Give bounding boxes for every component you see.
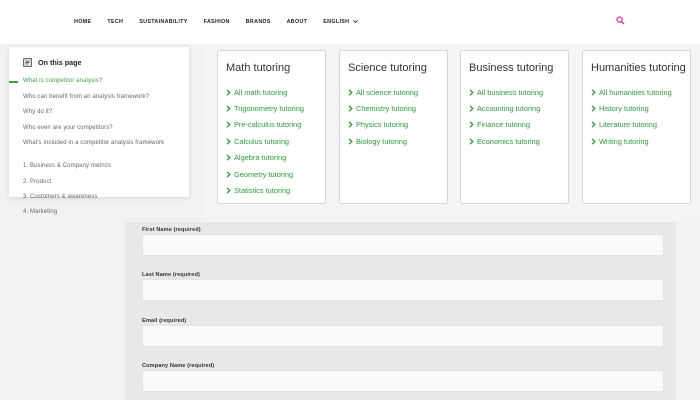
link-algebra-tutoring[interactable]: Algebra tutoring [226,150,304,166]
link-label: Physics tutoring [356,120,409,130]
email-field[interactable] [142,325,664,347]
link-economics-tutoring[interactable]: Economics tutoring [469,133,543,149]
link-label: Chemistry tutoring [356,104,416,114]
chevron-right-icon [226,187,231,194]
toc-list: What is competitor analysis? Who can ben… [9,78,189,194]
toc-item-whats-included[interactable]: What's included in a competitor analysis… [9,140,189,163]
toc-item-who-can-benefit[interactable]: Who can benefit from an analysis framewo… [9,94,189,110]
language-label: ENGLISH [323,18,350,25]
chevron-right-icon [469,121,474,129]
chevron-right-icon [469,105,474,112]
link-label: Geometry tutoring [234,169,294,179]
link-label: Economics tutoring [477,136,540,146]
last-name-label: Last Name (required) [142,272,200,278]
chevron-right-icon [348,105,353,112]
nav-tech[interactable]: TECH [107,19,123,25]
toc-item-business-company-metrics[interactable]: 1. Business & Company metrics [9,163,189,179]
link-calculus-tutoring[interactable]: Calculus tutoring [226,133,304,149]
chevron-right-icon [591,138,596,145]
link-all-science-tutoring[interactable]: All science tutoring [348,84,418,100]
language-selector[interactable]: ENGLISH [323,18,359,25]
company-name-label: Company Name (required) [142,363,215,369]
card-title: Humanities tutoring [591,62,686,74]
link-label: Calculus tutoring [234,136,290,146]
chevron-right-icon [226,121,231,129]
chevron-right-icon [226,170,231,178]
toc-item-what-is-competitor-analysis[interactable]: What is competitor analysis? [9,78,189,94]
link-label: Accounting tutoring [477,104,541,114]
first-name-label: First Name (required) [142,227,201,233]
chevron-right-icon [469,138,474,145]
chevron-right-icon [226,89,231,96]
card-humanities-tutoring: Humanities tutoring All humanities tutor… [582,50,691,204]
top-navigation: HOME TECH SUSTAINABILITY FASHION BRANDS … [0,0,700,44]
card-business-tutoring: Business tutoring All business tutoring … [460,50,569,204]
chevron-right-icon [591,121,596,129]
toc-item-product[interactable]: 2. Product [9,179,189,195]
chevron-right-icon [348,138,353,145]
link-label: Algebra tutoring [234,153,287,163]
chevron-right-icon [591,105,596,112]
card-title: Business tutoring [469,62,554,74]
link-label: Writing tutoring [599,136,649,146]
link-label: All humanities tutoring [599,87,672,97]
link-all-business-tutoring[interactable]: All business tutoring [469,84,543,100]
link-label: Pre-calculus tutoring [234,120,302,130]
toc-item-customers-awareness[interactable]: 3. Customers & awareness [23,194,97,200]
nav-fashion[interactable]: FASHION [204,19,230,25]
link-label: Trigonometry tutoring [234,104,304,114]
chevron-down-icon [353,20,359,24]
link-literature-tutoring[interactable]: Literature tutoring [591,117,672,133]
contact-form: First Name (required) Last Name (require… [125,222,676,400]
link-pre-calculus-tutoring[interactable]: Pre-calculus tutoring [226,117,304,133]
link-label: Statistics tutoring [234,186,291,196]
toc-item-who-are-your-competitors[interactable]: Who even are your competitors? [9,125,189,141]
last-name-field[interactable] [142,279,664,301]
nav-sustainability[interactable]: SUSTAINABILITY [139,19,187,25]
link-history-tutoring[interactable]: History tutoring [591,100,672,116]
link-label: All business tutoring [477,87,544,97]
link-biology-tutoring[interactable]: Biology tutoring [348,133,418,149]
link-statistics-tutoring[interactable]: Statistics tutoring [226,182,304,198]
link-label: All math tutoring [234,87,288,97]
nav-about[interactable]: ABOUT [287,19,308,25]
link-label: Literature tutoring [599,120,657,130]
first-name-field[interactable] [142,234,664,256]
chevron-right-icon [348,121,353,129]
link-finance-tutoring[interactable]: Finance tutoring [469,117,543,133]
link-label: Finance tutoring [477,120,530,130]
link-physics-tutoring[interactable]: Physics tutoring [348,117,418,133]
company-name-field[interactable] [142,370,664,392]
chevron-right-icon [469,89,474,96]
card-title: Math tutoring [226,62,291,74]
nav-home[interactable]: HOME [74,19,91,25]
document-icon [23,58,32,67]
nav-links: HOME TECH SUSTAINABILITY FASHION BRANDS … [74,18,375,25]
link-trigonometry-tutoring[interactable]: Trigonometry tutoring [226,100,304,116]
link-all-math-tutoring[interactable]: All math tutoring [226,84,304,100]
card-science-tutoring: Science tutoring All science tutoring Ch… [339,50,448,204]
link-accounting-tutoring[interactable]: Accounting tutoring [469,100,543,116]
toc-title: On this page [38,58,82,67]
toc-item-marketing[interactable]: 4. Marketing [23,209,57,215]
link-label: All science tutoring [356,87,419,97]
chevron-right-icon [591,89,596,96]
chevron-right-icon [348,89,353,96]
card-math-tutoring: Math tutoring All math tutoring Trigonom… [217,50,326,204]
toc-item-why-do-it[interactable]: Why do it? [9,109,189,125]
email-label: Email (required) [142,318,187,324]
link-label: History tutoring [599,104,649,114]
link-writing-tutoring[interactable]: Writing tutoring [591,133,672,149]
on-this-page-panel: On this page What is competitor analysis… [9,47,189,197]
link-all-humanities-tutoring[interactable]: All humanities tutoring [591,84,672,100]
link-chemistry-tutoring[interactable]: Chemistry tutoring [348,100,418,116]
link-label: Biology tutoring [356,136,407,146]
chevron-right-icon [226,105,231,112]
chevron-right-icon [226,154,231,161]
chevron-right-icon [226,138,231,145]
nav-brands[interactable]: BRANDS [246,19,271,25]
link-geometry-tutoring[interactable]: Geometry tutoring [226,166,304,182]
card-title: Science tutoring [348,62,427,74]
search-icon[interactable] [616,16,625,25]
